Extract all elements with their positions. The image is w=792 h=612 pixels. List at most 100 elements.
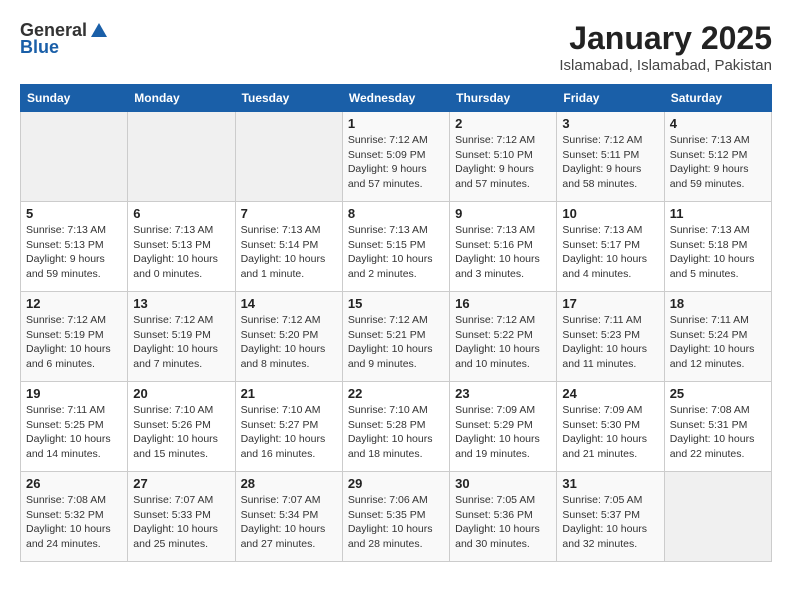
calendar-cell: 28 Sunrise: 7:07 AM Sunset: 5:34 PM Dayli… xyxy=(235,472,342,562)
day-detail: Sunrise: 7:12 AM Sunset: 5:19 PM Dayligh… xyxy=(26,313,122,372)
day-detail: Sunrise: 7:13 AM Sunset: 5:13 PM Dayligh… xyxy=(133,223,229,282)
calendar-cell xyxy=(664,472,771,562)
day-number: 15 xyxy=(348,296,444,311)
day-detail: Sunrise: 7:12 AM Sunset: 5:22 PM Dayligh… xyxy=(455,313,551,372)
calendar-day-header: Saturday xyxy=(664,85,771,112)
day-detail: Sunrise: 7:12 AM Sunset: 5:20 PM Dayligh… xyxy=(241,313,337,372)
calendar-cell: 10Sunrise: 7:13 AM Sunset: 5:17 PM Dayli… xyxy=(557,202,664,292)
day-number: 5 xyxy=(26,206,122,221)
day-detail: Sunrise: 7:07 AM Sunset: 5:34 PM Dayligh… xyxy=(241,493,337,552)
day-detail: Sunrise: 7:12 AM Sunset: 5:19 PM Dayligh… xyxy=(133,313,229,372)
calendar-cell xyxy=(235,112,342,202)
day-number: 23 xyxy=(455,386,551,401)
calendar-cell: 12 Sunrise: 7:12 AM Sunset: 5:19 PM Dayli… xyxy=(21,292,128,382)
day-number: 12 xyxy=(26,296,122,311)
day-number: 26 xyxy=(26,476,122,491)
calendar-cell: 4 Sunrise: 7:13 AM Sunset: 5:12 PM Daylig… xyxy=(664,112,771,202)
day-number: 6 xyxy=(133,206,229,221)
logo-blue-text: Blue xyxy=(20,37,59,58)
day-number: 1 xyxy=(348,116,444,131)
calendar-cell: 21Sunrise: 7:10 AM Sunset: 5:27 PM Dayli… xyxy=(235,382,342,472)
day-number: 19 xyxy=(26,386,122,401)
day-detail: Sunrise: 7:10 AM Sunset: 5:27 PM Dayligh… xyxy=(241,403,337,462)
day-detail: Sunrise: 7:12 AM Sunset: 5:10 PM Dayligh… xyxy=(455,133,551,192)
day-detail: Sunrise: 7:13 AM Sunset: 5:16 PM Dayligh… xyxy=(455,223,551,282)
day-number: 18 xyxy=(670,296,766,311)
calendar-cell: 30Sunrise: 7:05 AM Sunset: 5:36 PM Dayli… xyxy=(450,472,557,562)
day-number: 7 xyxy=(241,206,337,221)
day-detail: Sunrise: 7:12 AM Sunset: 5:09 PM Dayligh… xyxy=(348,133,444,192)
calendar-cell: 18 Sunrise: 7:11 AM Sunset: 5:24 PM Dayli… xyxy=(664,292,771,382)
calendar-header-row: SundayMondayTuesdayWednesdayThursdayFrid… xyxy=(21,85,772,112)
day-detail: Sunrise: 7:13 AM Sunset: 5:15 PM Dayligh… xyxy=(348,223,444,282)
calendar-cell: 7Sunrise: 7:13 AM Sunset: 5:14 PM Daylig… xyxy=(235,202,342,292)
day-detail: Sunrise: 7:10 AM Sunset: 5:26 PM Dayligh… xyxy=(133,403,229,462)
day-number: 30 xyxy=(455,476,551,491)
calendar-cell: 2 Sunrise: 7:12 AM Sunset: 5:10 PM Daylig… xyxy=(450,112,557,202)
calendar-week-row: 1 Sunrise: 7:12 AM Sunset: 5:09 PM Daylig… xyxy=(21,112,772,202)
calendar-week-row: 5 Sunrise: 7:13 AM Sunset: 5:13 PM Daylig… xyxy=(21,202,772,292)
page-header: General Blue January 2025 Islamabad, Isl… xyxy=(20,20,772,74)
calendar-cell: 26Sunrise: 7:08 AM Sunset: 5:32 PM Dayli… xyxy=(21,472,128,562)
day-number: 13 xyxy=(133,296,229,311)
day-number: 8 xyxy=(348,206,444,221)
calendar-cell xyxy=(128,112,235,202)
calendar-cell: 22 Sunrise: 7:10 AM Sunset: 5:28 PM Dayli… xyxy=(342,382,449,472)
day-number: 14 xyxy=(241,296,337,311)
day-detail: Sunrise: 7:12 AM Sunset: 5:21 PM Dayligh… xyxy=(348,313,444,372)
calendar-day-header: Sunday xyxy=(21,85,128,112)
calendar-cell: 25 Sunrise: 7:08 AM Sunset: 5:31 PM Dayli… xyxy=(664,382,771,472)
calendar-cell: 3Sunrise: 7:12 AM Sunset: 5:11 PM Daylig… xyxy=(557,112,664,202)
day-detail: Sunrise: 7:05 AM Sunset: 5:37 PM Dayligh… xyxy=(562,493,658,552)
calendar-cell: 11 Sunrise: 7:13 AM Sunset: 5:18 PM Dayli… xyxy=(664,202,771,292)
calendar-day-header: Tuesday xyxy=(235,85,342,112)
calendar-week-row: 12 Sunrise: 7:12 AM Sunset: 5:19 PM Dayli… xyxy=(21,292,772,382)
day-number: 20 xyxy=(133,386,229,401)
calendar-cell: 15 Sunrise: 7:12 AM Sunset: 5:21 PM Dayli… xyxy=(342,292,449,382)
title-block: January 2025 Islamabad, Islamabad, Pakis… xyxy=(559,20,772,74)
calendar-cell: 16 Sunrise: 7:12 AM Sunset: 5:22 PM Dayli… xyxy=(450,292,557,382)
day-detail: Sunrise: 7:13 AM Sunset: 5:13 PM Dayligh… xyxy=(26,223,122,282)
calendar-cell: 8 Sunrise: 7:13 AM Sunset: 5:15 PM Daylig… xyxy=(342,202,449,292)
day-detail: Sunrise: 7:08 AM Sunset: 5:31 PM Dayligh… xyxy=(670,403,766,462)
calendar-cell: 23Sunrise: 7:09 AM Sunset: 5:29 PM Dayli… xyxy=(450,382,557,472)
calendar-cell: 20 Sunrise: 7:10 AM Sunset: 5:26 PM Dayli… xyxy=(128,382,235,472)
day-number: 3 xyxy=(562,116,658,131)
calendar-day-header: Thursday xyxy=(450,85,557,112)
calendar-week-row: 26Sunrise: 7:08 AM Sunset: 5:32 PM Dayli… xyxy=(21,472,772,562)
day-number: 28 xyxy=(241,476,337,491)
day-detail: Sunrise: 7:06 AM Sunset: 5:35 PM Dayligh… xyxy=(348,493,444,552)
day-detail: Sunrise: 7:11 AM Sunset: 5:25 PM Dayligh… xyxy=(26,403,122,462)
day-detail: Sunrise: 7:09 AM Sunset: 5:30 PM Dayligh… xyxy=(562,403,658,462)
calendar-cell: 9 Sunrise: 7:13 AM Sunset: 5:16 PM Daylig… xyxy=(450,202,557,292)
calendar-cell: 24 Sunrise: 7:09 AM Sunset: 5:30 PM Dayli… xyxy=(557,382,664,472)
day-number: 27 xyxy=(133,476,229,491)
day-number: 24 xyxy=(562,386,658,401)
calendar-cell: 6 Sunrise: 7:13 AM Sunset: 5:13 PM Daylig… xyxy=(128,202,235,292)
day-detail: Sunrise: 7:13 AM Sunset: 5:12 PM Dayligh… xyxy=(670,133,766,192)
day-number: 10 xyxy=(562,206,658,221)
day-number: 22 xyxy=(348,386,444,401)
day-detail: Sunrise: 7:13 AM Sunset: 5:18 PM Dayligh… xyxy=(670,223,766,282)
day-number: 31 xyxy=(562,476,658,491)
day-detail: Sunrise: 7:07 AM Sunset: 5:33 PM Dayligh… xyxy=(133,493,229,552)
day-number: 25 xyxy=(670,386,766,401)
day-detail: Sunrise: 7:11 AM Sunset: 5:24 PM Dayligh… xyxy=(670,313,766,372)
calendar-cell: 31 Sunrise: 7:05 AM Sunset: 5:37 PM Dayli… xyxy=(557,472,664,562)
day-number: 16 xyxy=(455,296,551,311)
logo: General Blue xyxy=(20,20,109,58)
calendar-cell: 5 Sunrise: 7:13 AM Sunset: 5:13 PM Daylig… xyxy=(21,202,128,292)
day-number: 2 xyxy=(455,116,551,131)
calendar-cell: 27 Sunrise: 7:07 AM Sunset: 5:33 PM Dayli… xyxy=(128,472,235,562)
calendar-cell: 29Sunrise: 7:06 AM Sunset: 5:35 PM Dayli… xyxy=(342,472,449,562)
calendar-day-header: Wednesday xyxy=(342,85,449,112)
day-number: 4 xyxy=(670,116,766,131)
day-number: 17 xyxy=(562,296,658,311)
calendar-cell xyxy=(21,112,128,202)
day-detail: Sunrise: 7:10 AM Sunset: 5:28 PM Dayligh… xyxy=(348,403,444,462)
logo-icon xyxy=(89,21,109,41)
calendar-cell: 14 Sunrise: 7:12 AM Sunset: 5:20 PM Dayli… xyxy=(235,292,342,382)
day-number: 9 xyxy=(455,206,551,221)
calendar-cell: 17Sunrise: 7:11 AM Sunset: 5:23 PM Dayli… xyxy=(557,292,664,382)
day-number: 11 xyxy=(670,206,766,221)
